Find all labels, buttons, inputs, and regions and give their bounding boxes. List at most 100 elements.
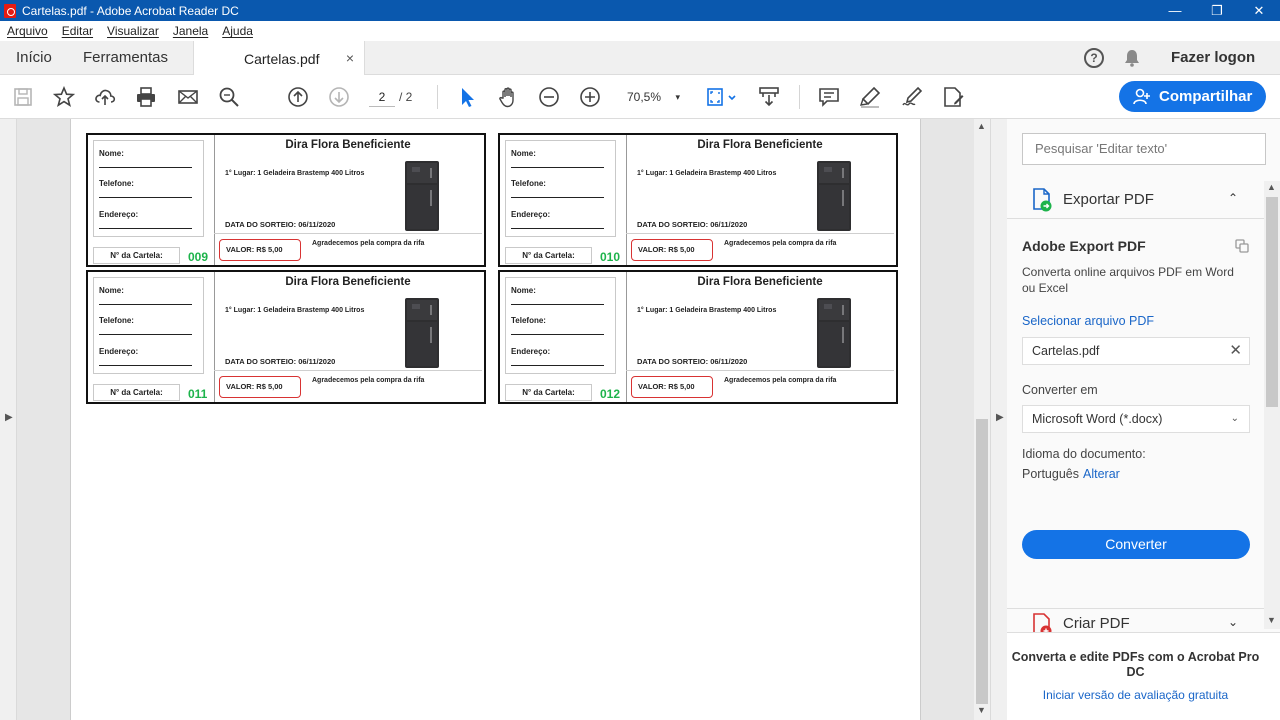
menu-arquivo[interactable]: Arquivo <box>0 24 55 38</box>
phone-label: Telefone: <box>511 179 546 188</box>
tab-tools[interactable]: Ferramentas <box>83 41 168 75</box>
convert-button[interactable]: Converter <box>1022 530 1250 559</box>
expand-right-icon[interactable]: ▶ <box>5 412 13 423</box>
export-pdf-header[interactable]: Exportar PDF ⌃ <box>1007 181 1264 219</box>
create-pdf-icon <box>1033 613 1052 632</box>
panel-search-input[interactable]: Pesquisar 'Editar texto' <box>1022 133 1266 165</box>
select-pdf-link[interactable]: Selecionar arquivo PDF <box>1022 314 1154 328</box>
create-pdf-header[interactable]: Criar PDF ⌄ <box>1007 608 1264 632</box>
tab-document-label: Cartelas.pdf <box>244 50 320 67</box>
selected-file-field[interactable]: Cartelas.pdf ✕ <box>1022 337 1250 365</box>
hand-icon[interactable] <box>496 85 520 109</box>
sign-icon[interactable] <box>900 85 924 109</box>
draw-date: DATA DO SORTEIO: 06/11/2020 <box>637 357 748 366</box>
collapse-panel-icon[interactable]: ▶ <box>996 412 1004 423</box>
scrollbar-thumb[interactable] <box>976 419 988 704</box>
prize-text: 1° Lugar: 1 Geladeira Brastemp 400 Litro… <box>225 170 365 177</box>
address-label: Endereço: <box>99 210 139 219</box>
name-label: Nome: <box>511 286 536 295</box>
chevron-up-icon[interactable]: ⌃ <box>1228 191 1238 205</box>
thanks-text: Agradecemos pela compra da rifa <box>724 377 837 384</box>
email-icon[interactable] <box>176 85 200 109</box>
scrollbar-thumb[interactable] <box>1266 197 1278 407</box>
language-label: Idioma do documento: <box>1022 447 1146 461</box>
page-down-icon[interactable] <box>327 85 351 109</box>
page-number-input[interactable]: 2 <box>369 87 395 107</box>
card-number: 010 <box>600 250 621 264</box>
free-trial-link[interactable]: Iniciar versão de avaliação gratuita <box>1007 688 1264 702</box>
name-line <box>511 304 604 305</box>
zoom-in-icon[interactable] <box>578 85 602 109</box>
chevron-down-icon[interactable]: ⌄ <box>1228 615 1238 629</box>
menu-visualizar[interactable]: Visualizar <box>100 24 166 38</box>
refrigerator-image <box>405 161 439 231</box>
tab-document[interactable]: Cartelas.pdf × <box>193 41 365 76</box>
print-icon[interactable] <box>134 85 158 109</box>
promo-text: Converta e edite PDFs com o Acrobat Pro … <box>1011 650 1260 679</box>
scroll-up-icon[interactable]: ▲ <box>977 121 986 131</box>
close-window-button[interactable]: ✕ <box>1238 0 1280 21</box>
fit-page-icon[interactable] <box>706 85 738 109</box>
card-divider <box>626 272 627 402</box>
card-rule <box>214 233 482 234</box>
minimize-button[interactable]: — <box>1154 0 1196 21</box>
window-title: Cartelas.pdf - Adobe Acrobat Reader DC <box>22 3 239 18</box>
right-pane-toggle[interactable]: ▶ <box>990 119 1007 720</box>
address-line <box>99 365 192 366</box>
save-icon[interactable] <box>11 85 35 109</box>
bell-icon[interactable] <box>1124 49 1140 67</box>
name-label: Nome: <box>511 149 536 158</box>
fill-sign-icon[interactable] <box>941 85 965 109</box>
highlight-icon[interactable] <box>858 85 882 109</box>
card-title: Dira Flora Beneficiente <box>285 139 411 151</box>
panel-scrollbar[interactable]: ▲ ▼ <box>1264 181 1280 629</box>
help-icon[interactable]: ? <box>1084 48 1104 68</box>
zoom-caret-icon: ▾ <box>675 92 680 102</box>
menu-janela[interactable]: Janela <box>166 24 215 38</box>
document-scrollbar[interactable]: ▲ ▼ <box>974 119 990 720</box>
export-pdf-title: Exportar PDF <box>1063 191 1154 208</box>
scroll-down-icon[interactable]: ▼ <box>1267 615 1276 625</box>
address-line <box>99 228 192 229</box>
address-label: Endereço: <box>511 210 551 219</box>
scroll-down-icon[interactable]: ▼ <box>977 705 986 715</box>
left-pane-toggle[interactable]: ▶ <box>0 119 17 720</box>
tab-home[interactable]: Início <box>16 41 52 75</box>
selected-file-name: Cartelas.pdf <box>1032 344 1100 358</box>
draw-date: DATA DO SORTEIO: 06/11/2020 <box>225 220 336 229</box>
language-value: Português <box>1022 467 1079 481</box>
card-number: 011 <box>188 387 208 401</box>
price-box: VALOR: R$ 5,00 <box>631 239 713 261</box>
zoom-out-icon[interactable] <box>537 85 561 109</box>
close-tab-icon[interactable]: × <box>346 50 354 66</box>
name-label: Nome: <box>99 286 124 295</box>
upload-icon[interactable] <box>93 85 117 109</box>
page-up-icon[interactable] <box>286 85 310 109</box>
zoom-select[interactable]: 70,5% ▾ <box>622 87 686 107</box>
search-icon[interactable] <box>217 85 241 109</box>
refrigerator-image <box>405 298 439 368</box>
menu-editar[interactable]: Editar <box>55 24 100 38</box>
select-arrow-icon[interactable] <box>455 85 479 109</box>
adobe-export-description: Converta online arquivos PDF em Word ou … <box>1022 265 1234 295</box>
page-total: / 2 <box>399 90 413 104</box>
copy-icon[interactable] <box>1235 239 1249 253</box>
share-label: Compartilhar <box>1159 88 1253 105</box>
change-language-link[interactable]: Alterar <box>1083 467 1120 481</box>
convert-format-select[interactable]: Microsoft Word (*.docx) ⌄ <box>1022 405 1250 433</box>
menu-ajuda[interactable]: Ajuda <box>215 24 260 38</box>
scroll-up-icon[interactable]: ▲ <box>1267 182 1276 192</box>
login-button[interactable]: Fazer logon <box>1171 41 1255 75</box>
tools-panel: Pesquisar 'Editar texto' Exportar PDF ⌃ … <box>1007 119 1280 720</box>
clear-file-icon[interactable]: ✕ <box>1229 338 1242 364</box>
name-line <box>511 167 604 168</box>
star-icon[interactable] <box>52 85 76 109</box>
scroll-mode-icon[interactable] <box>757 85 781 109</box>
share-button[interactable]: Compartilhar <box>1119 81 1266 112</box>
raffle-card: Nome: Telefone: Endereço: N° da Cartela:… <box>498 133 898 267</box>
card-divider <box>214 272 215 402</box>
refrigerator-image <box>817 298 851 368</box>
comment-icon[interactable] <box>817 85 841 109</box>
restore-button[interactable]: ❐ <box>1196 0 1238 21</box>
draw-date: DATA DO SORTEIO: 06/11/2020 <box>225 357 336 366</box>
